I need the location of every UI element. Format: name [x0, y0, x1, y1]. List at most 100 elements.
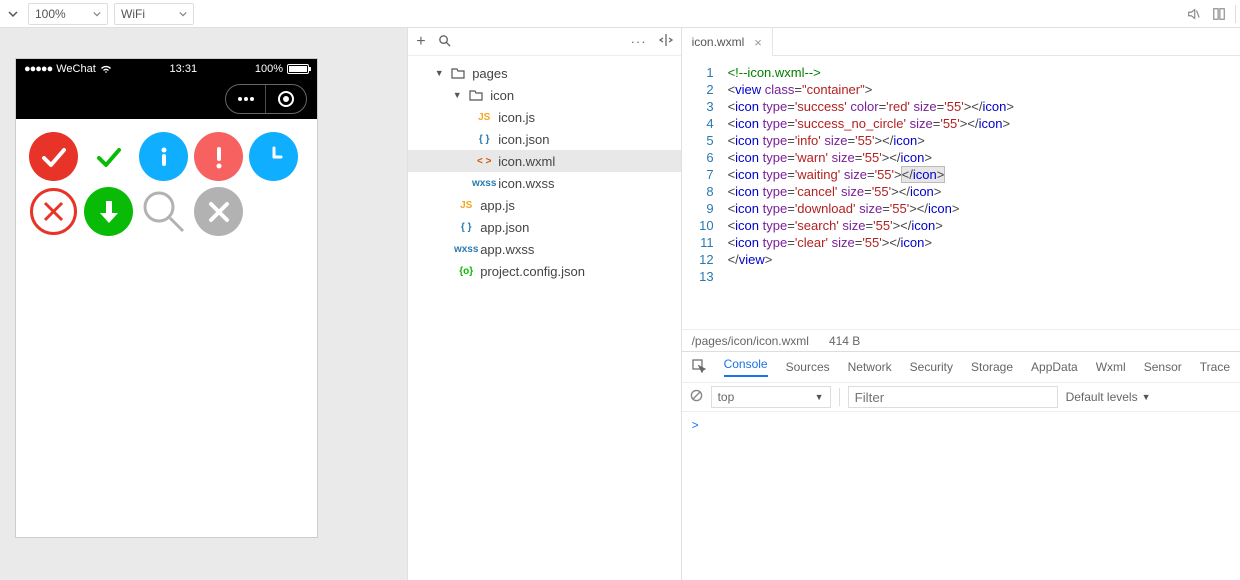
collapse-panel-button[interactable] — [659, 33, 673, 50]
editor-status-bar: /pages/icon/icon.wxml 414 B — [682, 329, 1240, 351]
file-tree: ▼pages▼iconJSicon.js{ }icon.json< >icon.… — [408, 56, 680, 288]
icon-download — [81, 184, 136, 239]
tree-item-icon[interactable]: ▼ icon — [408, 84, 680, 106]
devtools-panel: Console Sources Network Security Storage AppD… — [682, 351, 1240, 580]
devtools-tab-security[interactable]: Security — [910, 360, 953, 374]
network-value: WiFi — [121, 7, 145, 21]
file-type-icon: JS — [470, 112, 498, 123]
icon-info — [136, 129, 191, 184]
zoom-value: 100% — [35, 7, 66, 21]
code-line: <view class="container"> — [728, 81, 1014, 98]
devtools-tab-wxml[interactable]: Wxml — [1096, 360, 1126, 374]
tree-expand-icon[interactable]: ▼ — [434, 68, 444, 78]
device-select-chevron[interactable] — [4, 5, 22, 23]
tree-item-app-wxss[interactable]: wxssapp.wxss — [408, 238, 680, 260]
dock-icon[interactable] — [1209, 4, 1229, 24]
icon-search — [136, 184, 191, 239]
icon-warn — [191, 129, 246, 184]
devtools-tab-storage[interactable]: Storage — [971, 360, 1013, 374]
editor-tab[interactable]: icon.wxml × — [682, 28, 773, 56]
context-selector[interactable]: top ▼ — [711, 386, 831, 408]
tree-item-pages[interactable]: ▼ pages — [408, 62, 680, 84]
devtools-tab-network[interactable]: Network — [848, 360, 892, 374]
tree-item-project-config-json[interactable]: {o}project.config.json — [408, 260, 680, 282]
code-line — [728, 268, 1014, 285]
simulator-panel: ●●●●● WeChat 13:31 100% — [0, 28, 407, 580]
console-prompt: > — [692, 418, 699, 432]
context-value: top — [718, 390, 735, 404]
divider — [839, 388, 840, 406]
tree-expand-icon[interactable]: ▼ — [452, 90, 462, 100]
folder-icon — [462, 89, 490, 101]
more-options-button[interactable]: ··· — [631, 34, 647, 49]
network-selector[interactable]: WiFi — [114, 3, 194, 25]
carrier-label: WeChat — [56, 63, 96, 75]
tree-item-icon-wxml[interactable]: < >icon.wxml — [408, 150, 680, 172]
code-line: <icon type='download' size='55'></icon> — [728, 200, 1014, 217]
console-filter-input[interactable] — [848, 386, 1058, 408]
file-type-icon: < > — [470, 156, 498, 167]
file-type-icon: { } — [452, 222, 480, 233]
console-output[interactable]: > — [682, 412, 1240, 580]
add-file-button[interactable]: + — [416, 33, 425, 51]
signal-dots-icon: ●●●●● — [24, 63, 52, 75]
phone-nav-bar: ●●●●● WeChat 13:31 100% — [16, 59, 317, 119]
devtools-tab-sources[interactable]: Sources — [786, 360, 830, 374]
search-files-button[interactable] — [438, 34, 451, 50]
tree-item-label: pages — [472, 66, 507, 81]
file-explorer: + ··· ▼pages▼iconJSicon.js{ }icon.json< … — [407, 28, 681, 580]
tree-item-label: icon.wxss — [498, 176, 554, 191]
code-editor[interactable]: 12345678910111213 <!--icon.wxml--><view … — [682, 56, 1240, 329]
code-line: <icon type='success_no_circle' size='55'… — [728, 115, 1014, 132]
icon-success_no_circle — [81, 129, 136, 184]
icon-success — [26, 129, 81, 184]
code-line: </view> — [728, 251, 1014, 268]
capsule-close-button[interactable] — [266, 84, 306, 114]
devtools-tab-appdata[interactable]: AppData — [1031, 360, 1078, 374]
tree-item-app-js[interactable]: JSapp.js — [408, 194, 680, 216]
tree-item-label: app.json — [480, 220, 529, 235]
tree-item-icon-wxss[interactable]: wxssicon.wxss — [408, 172, 680, 194]
editor-tabs: icon.wxml × — [682, 28, 1240, 56]
log-levels-selector[interactable]: Default levels ▼ — [1066, 390, 1151, 404]
element-picker-icon[interactable] — [692, 359, 706, 376]
tree-item-label: app.wxss — [480, 242, 534, 257]
tab-label: icon.wxml — [692, 35, 745, 49]
code-line: <icon type='clear' size='55'></icon> — [728, 234, 1014, 251]
capsule-menu — [225, 84, 307, 114]
file-size-label: 414 B — [829, 334, 860, 348]
code-line: <!--icon.wxml--> — [728, 64, 1014, 81]
devtools-tab-trace[interactable]: Trace — [1200, 360, 1230, 374]
zoom-selector[interactable]: 100% — [28, 3, 108, 25]
divider — [1235, 5, 1236, 23]
mute-icon[interactable] — [1183, 4, 1203, 24]
clear-console-icon[interactable] — [690, 389, 703, 405]
editor-panel: icon.wxml × 12345678910111213 <!--icon.w… — [682, 28, 1240, 580]
wifi-icon — [100, 64, 112, 74]
folder-icon — [444, 67, 472, 79]
devtools-tab-console[interactable]: Console — [724, 357, 768, 377]
tree-item-icon-js[interactable]: JSicon.js — [408, 106, 680, 128]
tree-item-label: icon — [490, 88, 514, 103]
battery-label: 100% — [255, 63, 283, 75]
code-line: <icon type='cancel' size='55'></icon> — [728, 183, 1014, 200]
file-type-icon: wxss — [470, 178, 498, 189]
code-line: <icon type='search' size='55'></icon> — [728, 217, 1014, 234]
tree-item-label: project.config.json — [480, 264, 585, 279]
file-type-icon: { } — [470, 134, 498, 145]
phone-simulator[interactable]: ●●●●● WeChat 13:31 100% — [15, 58, 318, 538]
icon-cancel — [26, 184, 81, 239]
tree-item-app-json[interactable]: { }app.json — [408, 216, 680, 238]
levels-label: Default levels — [1066, 390, 1138, 404]
tree-item-label: icon.wxml — [498, 154, 555, 169]
file-type-icon: wxss — [452, 244, 480, 255]
tree-item-label: icon.json — [498, 132, 549, 147]
icon-waiting — [246, 129, 301, 184]
capsule-more-button[interactable] — [226, 84, 266, 114]
code-line: <icon type='success' color='red' size='5… — [728, 98, 1014, 115]
devtools-tab-sensor[interactable]: Sensor — [1144, 360, 1182, 374]
tab-close-button[interactable]: × — [754, 35, 762, 50]
icon-clear — [191, 184, 246, 239]
tree-item-icon-json[interactable]: { }icon.json — [408, 128, 680, 150]
code-line: <icon type='info' size='55'></icon> — [728, 132, 1014, 149]
